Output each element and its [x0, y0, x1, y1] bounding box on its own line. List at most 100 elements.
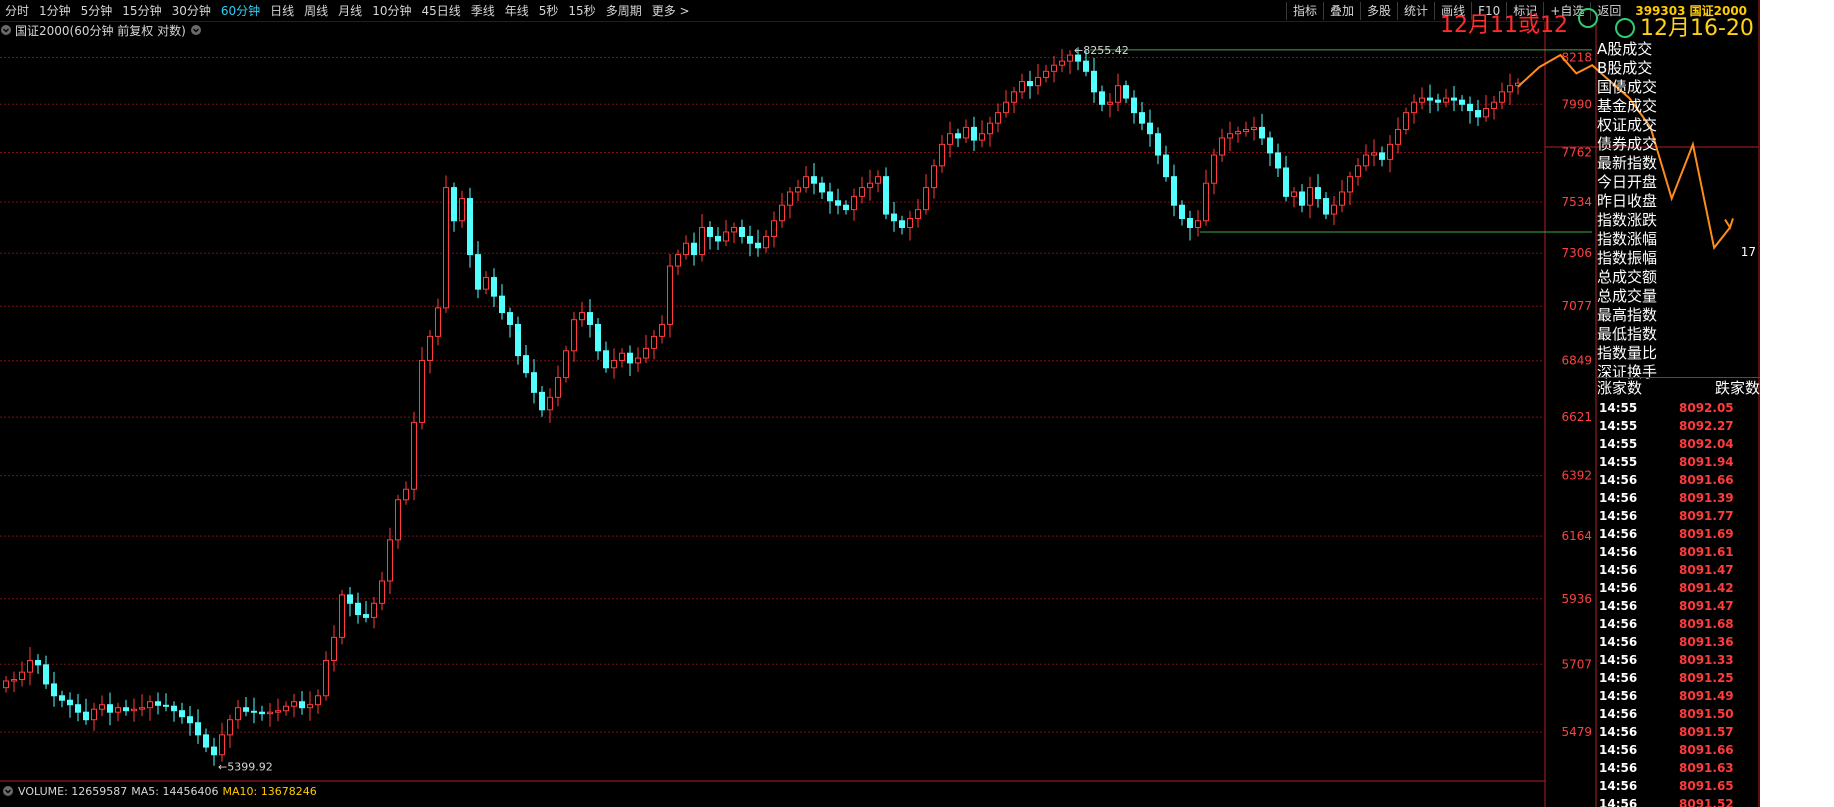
- y-tick-label: 7306: [1561, 246, 1592, 260]
- candle-body: [1059, 60, 1065, 66]
- candle-body: [531, 372, 537, 393]
- candle-body: [1331, 204, 1337, 215]
- tick-row: 14:55 8092.05: [1597, 399, 1760, 417]
- candle-body: [43, 664, 49, 685]
- candle-body: [1027, 81, 1033, 87]
- candle-body: [91, 708, 97, 721]
- candle-body: [139, 707, 145, 710]
- candle-body: [1139, 112, 1145, 124]
- candle-body: [883, 176, 889, 215]
- candle-body: [627, 352, 633, 364]
- candle-body: [1259, 126, 1265, 139]
- candle-body: [1323, 198, 1329, 215]
- candle-body: [99, 704, 105, 710]
- candle-body: [947, 133, 953, 145]
- tick-price: 8091.69: [1679, 527, 1734, 541]
- candle-body: [539, 391, 545, 411]
- tick-row: 14:55 8091.94: [1597, 453, 1760, 471]
- candle-body: [19, 671, 25, 681]
- candle-body: [667, 265, 673, 325]
- candlestick-chart[interactable]: 5479 5707 5936 6164 6392 6621 6849 7077 7306 7534…: [0, 0, 1760, 807]
- candle-body: [395, 499, 401, 541]
- candle-body: [259, 711, 265, 715]
- tick-time: 14:55: [1599, 419, 1638, 433]
- tick-price: 8091.94: [1679, 455, 1734, 469]
- candle-body: [779, 204, 785, 222]
- tick-price: 8091.68: [1679, 617, 1734, 631]
- tick-row: 14:56 8091.50: [1597, 705, 1760, 723]
- candle-body: [1379, 152, 1385, 160]
- ma10-value: MA10: 13678246: [222, 784, 317, 798]
- candle-body: [1483, 107, 1489, 118]
- candle-body: [611, 359, 617, 369]
- candle-body: [651, 335, 657, 349]
- candle-body: [579, 312, 585, 321]
- high-marker-label: ←8255.42: [1074, 44, 1129, 57]
- candle-body: [131, 708, 137, 712]
- volume-collapse-icon[interactable]: [2, 785, 14, 797]
- candle-body: [75, 704, 81, 713]
- tick-price: 8091.65: [1679, 779, 1734, 793]
- candle-body: [523, 355, 529, 374]
- candle-body: [339, 594, 345, 638]
- candle-body: [1179, 204, 1185, 220]
- y-tick-label: 7990: [1561, 97, 1592, 111]
- candle-body: [1419, 97, 1425, 103]
- tick-row: 14:56 8091.36: [1597, 633, 1760, 651]
- quote-field-label: 总成交量: [1597, 287, 1658, 305]
- candle-body: [195, 722, 201, 736]
- tick-row: 14:56 8091.47: [1597, 561, 1760, 579]
- candle-body: [155, 701, 161, 706]
- quote-field-label: 最新指数: [1597, 154, 1658, 172]
- quote-field-label: 债券成交: [1597, 135, 1658, 153]
- tick-price: 8091.77: [1679, 509, 1734, 523]
- candle-body: [507, 312, 513, 325]
- tick-time: 14:56: [1599, 743, 1638, 757]
- candle-body: [843, 204, 849, 211]
- candle-body: [411, 421, 417, 490]
- candle-body: [163, 704, 169, 707]
- candle-body: [1131, 97, 1137, 114]
- candle-body: [347, 594, 353, 604]
- candle-body: [51, 683, 57, 697]
- candle-body: [723, 231, 729, 242]
- candle-body: [1291, 191, 1297, 197]
- candle-body: [971, 126, 977, 141]
- quote-field-label: 总成交额: [1597, 268, 1658, 286]
- candle-body: [635, 357, 641, 364]
- tick-time: 14:56: [1599, 473, 1638, 487]
- candle-body: [467, 198, 473, 256]
- tick-price: 8091.66: [1679, 473, 1734, 487]
- candle-body: [619, 352, 625, 361]
- candle-body: [1467, 103, 1473, 112]
- y-tick-label: 6392: [1561, 469, 1592, 483]
- tick-price: 8091.39: [1679, 491, 1734, 505]
- candle-body: [179, 710, 185, 718]
- candle-body: [915, 209, 921, 220]
- fall-count-label: 跌家数: [1714, 379, 1760, 397]
- y-tick-label: 7762: [1561, 145, 1592, 159]
- candle-body: [59, 695, 65, 701]
- candle-body: [859, 187, 865, 197]
- tick-list[interactable]: 14:55 8092.05 14:55 8092.27 14:55 8092.04 14:5…: [1597, 399, 1760, 807]
- candle-body: [1155, 133, 1161, 156]
- candle-body: [1091, 70, 1097, 93]
- candle-body: [1171, 176, 1177, 206]
- candle-body: [1251, 126, 1257, 130]
- candle-body: [1363, 154, 1369, 167]
- candle-body: [771, 220, 777, 237]
- candle-body: [315, 695, 321, 706]
- candle-body: [595, 323, 601, 352]
- candle-body: [1035, 76, 1041, 87]
- tick-time: 14:56: [1599, 635, 1638, 649]
- candle-body: [979, 133, 985, 141]
- quote-field-label: 指数量比: [1597, 344, 1658, 362]
- candle-body: [83, 711, 89, 721]
- candle-body: [1227, 133, 1233, 139]
- candle-body: [1403, 112, 1409, 130]
- tick-row: 14:56 8091.66: [1597, 741, 1760, 759]
- tick-price: 8091.66: [1679, 743, 1734, 757]
- candle-body: [1459, 99, 1465, 105]
- tick-row: 14:56 8091.39: [1597, 489, 1760, 507]
- tick-price: 8091.57: [1679, 725, 1734, 739]
